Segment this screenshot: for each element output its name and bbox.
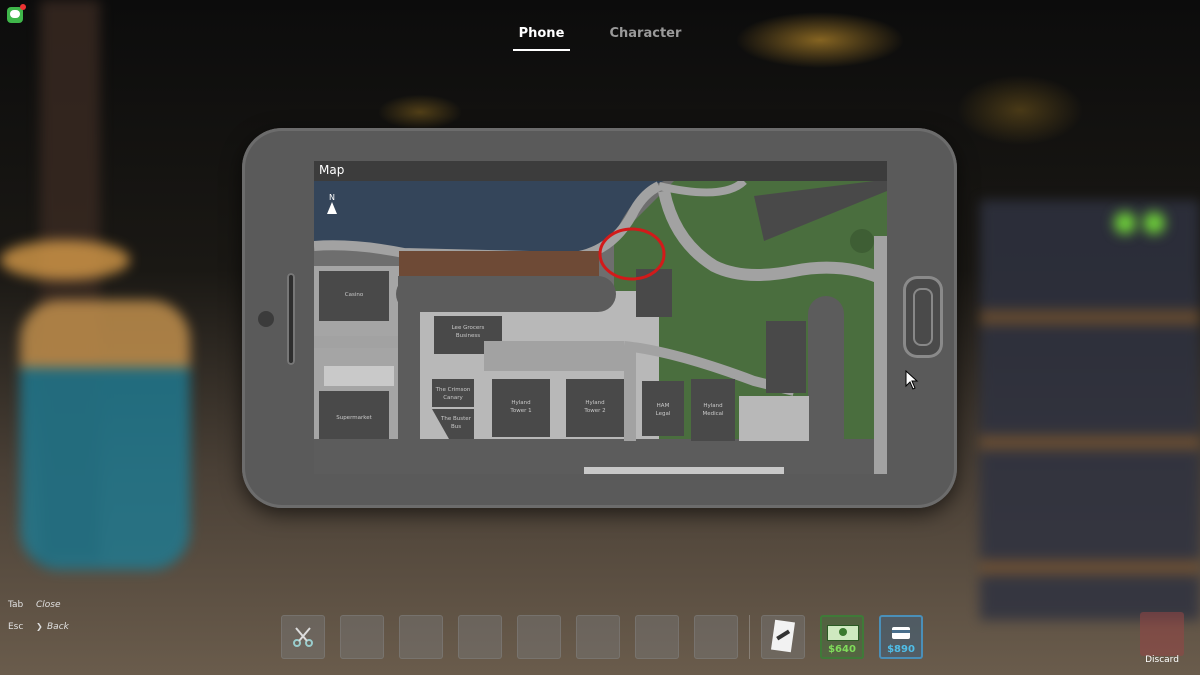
key-hints: Tab Close Esc ❯ Back xyxy=(8,594,69,638)
scissors-icon xyxy=(293,627,313,647)
label-hyland-tower-1-b: Tower 1 xyxy=(509,408,531,414)
hotbar-slot-7[interactable] xyxy=(635,615,679,659)
hotbar-slot-paper[interactable] xyxy=(761,615,805,659)
hotbar: $640 $890 xyxy=(281,615,923,659)
card-value: $890 xyxy=(887,644,915,655)
label-casino: Casino xyxy=(345,292,364,298)
label-hyland-tower-1: Hyland xyxy=(511,400,530,406)
background-lamp xyxy=(0,240,130,280)
hotbar-slot-4[interactable] xyxy=(458,615,502,659)
hotbar-slot-3[interactable] xyxy=(399,615,443,659)
map-title: Map xyxy=(319,163,345,177)
key-hint-close: Tab Close xyxy=(8,594,69,616)
label-hyland-tower-2-b: Tower 2 xyxy=(583,408,605,414)
hotbar-slot-5[interactable] xyxy=(517,615,561,659)
background-light xyxy=(1143,212,1165,234)
phone-device: Map Casino Supermarket Lee Grocers Busin… xyxy=(242,128,957,508)
label-crimson-canary: The Crimson xyxy=(435,387,471,393)
tab-phone[interactable]: Phone xyxy=(512,23,571,51)
paper-icon xyxy=(771,619,795,653)
label-ham-legal-b: Legal xyxy=(656,411,671,417)
hotbar-slot-1[interactable] xyxy=(281,615,325,659)
label-lee-grocers-2: Business xyxy=(456,333,480,339)
hotbar-slot-8[interactable] xyxy=(694,615,738,659)
discard-label: Discard xyxy=(1145,655,1179,665)
background-shelf xyxy=(980,200,1200,620)
label-ham-legal: HAM xyxy=(657,403,670,409)
label-hyland-medical: Hyland xyxy=(703,403,722,409)
key-esc: Esc xyxy=(8,622,24,632)
phone-home-button[interactable] xyxy=(903,276,943,358)
phone-speaker xyxy=(287,273,295,365)
cash-value: $640 xyxy=(828,644,856,655)
background-light xyxy=(1114,212,1136,234)
label-hyland-medical-b: Medical xyxy=(702,411,724,417)
hotbar-divider xyxy=(749,615,750,659)
cash-slot[interactable]: $640 xyxy=(820,615,864,659)
tab-character[interactable]: Character xyxy=(603,23,687,49)
map-header: Map xyxy=(314,161,887,181)
background-character xyxy=(20,300,190,570)
key-tab: Tab xyxy=(8,600,24,610)
crimson-canary-building xyxy=(432,379,474,407)
hotbar-slot-2[interactable] xyxy=(340,615,384,659)
label-the-buster-2: Bus xyxy=(451,424,461,430)
messages-icon[interactable] xyxy=(7,4,26,23)
cash-icon xyxy=(827,625,859,641)
north-arrow-icon: N xyxy=(327,193,337,214)
map-canvas[interactable]: Casino Supermarket Lee Grocers Business … xyxy=(314,181,887,474)
dock-strip xyxy=(399,251,599,279)
card-icon xyxy=(892,627,910,639)
label-supermarket: Supermarket xyxy=(336,415,372,421)
phone-camera xyxy=(258,311,274,327)
hyland-medical-building xyxy=(691,379,735,441)
compass-label: N xyxy=(329,193,335,202)
label-hyland-tower-2: Hyland xyxy=(585,400,604,406)
hotbar-slot-6[interactable] xyxy=(576,615,620,659)
key-action-close: Close xyxy=(36,600,61,610)
label-lee-grocers: Lee Grocers xyxy=(452,325,485,331)
key-hint-back: Esc ❯ Back xyxy=(8,616,69,638)
key-action-back: Back xyxy=(47,622,69,632)
discard-slot[interactable]: Discard xyxy=(1140,612,1184,672)
back-icon: ❯ xyxy=(36,622,43,631)
label-crimson-canary-2: Canary xyxy=(443,395,463,401)
top-tabs: Phone Character xyxy=(0,22,1200,51)
card-slot[interactable]: $890 xyxy=(879,615,923,659)
discard-box[interactable] xyxy=(1140,612,1184,656)
phone-screen: Map Casino Supermarket Lee Grocers Busin… xyxy=(314,161,887,474)
label-the-buster: The Buster xyxy=(440,416,472,422)
